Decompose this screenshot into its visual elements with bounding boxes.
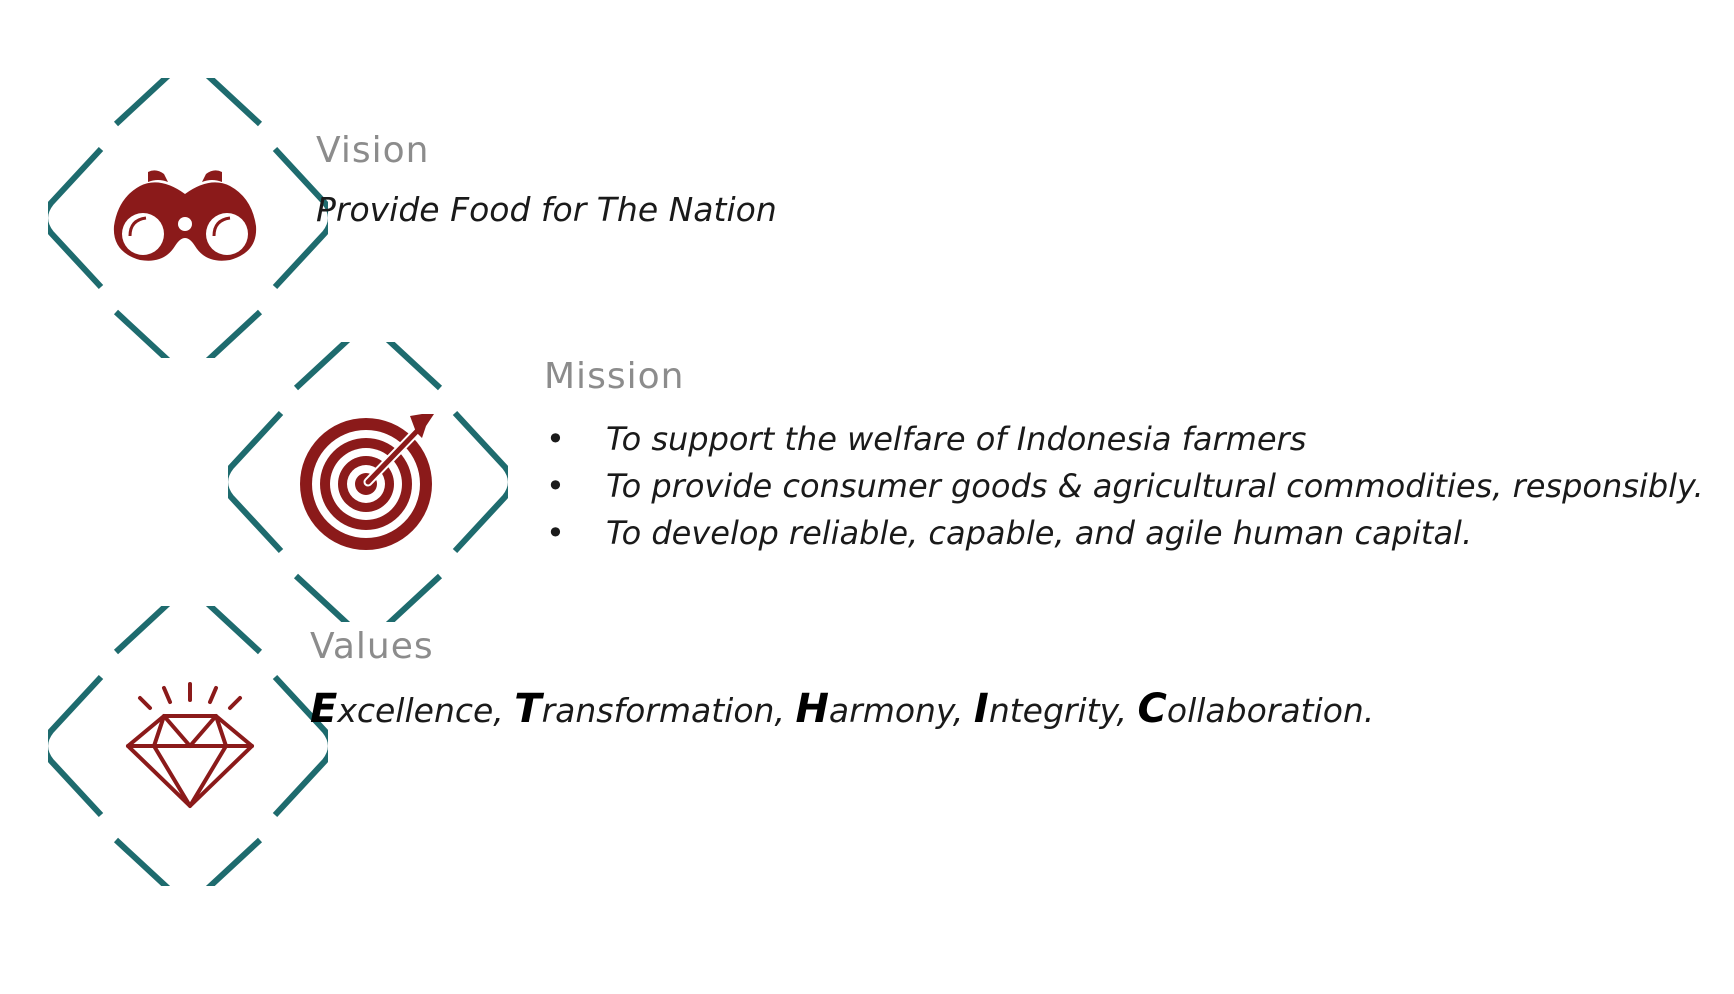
mission-list: • To support the welfare of Indonesia far… — [546, 416, 1704, 557]
value-item: Transformation, — [514, 686, 796, 732]
mission-heading: Mission — [544, 356, 685, 397]
value-initial: T — [514, 686, 542, 732]
value-item: Excellence, — [310, 686, 515, 732]
mission-item-text: To develop reliable, capable, and agile … — [606, 514, 1473, 552]
diamond-icon — [126, 682, 254, 808]
value-rest: ntegrity, — [988, 691, 1138, 730]
value-initial: E — [310, 686, 338, 732]
values-emblem — [48, 606, 328, 886]
mission-item: • To develop reliable, capable, and agile… — [546, 510, 1704, 557]
value-initial: H — [795, 686, 829, 732]
value-item: Integrity, — [974, 686, 1138, 732]
value-initial: C — [1137, 686, 1167, 732]
mission-item: • To provide consumer goods & agricultura… — [546, 463, 1704, 510]
value-initial: I — [973, 686, 989, 732]
vision-emblem — [48, 78, 328, 358]
mission-item: • To support the welfare of Indonesia far… — [546, 416, 1704, 463]
binoculars-icon — [113, 170, 257, 261]
values-list: Excellence, Transformation, Harmony, Int… — [310, 686, 1374, 732]
value-item: Harmony, — [795, 686, 974, 732]
bullet-icon: • — [546, 467, 565, 505]
mission-emblem — [228, 342, 508, 622]
vision-statement: Provide Food for The Nation — [316, 190, 777, 229]
value-item: Collaboration. — [1138, 686, 1375, 732]
value-rest: ransformation, — [541, 691, 796, 730]
values-heading: Values — [310, 626, 434, 667]
mission-item-text: To provide consumer goods & agricultural… — [606, 467, 1704, 505]
value-rest: xcellence, — [337, 691, 515, 730]
vision-heading: Vision — [316, 130, 430, 171]
value-rest: armony, — [828, 691, 974, 730]
bullet-icon: • — [546, 514, 565, 552]
target-icon — [300, 414, 434, 550]
mission-item-text: To support the welfare of Indonesia farm… — [606, 420, 1307, 458]
value-rest: ollaboration. — [1166, 691, 1375, 730]
bullet-icon: • — [546, 420, 565, 458]
